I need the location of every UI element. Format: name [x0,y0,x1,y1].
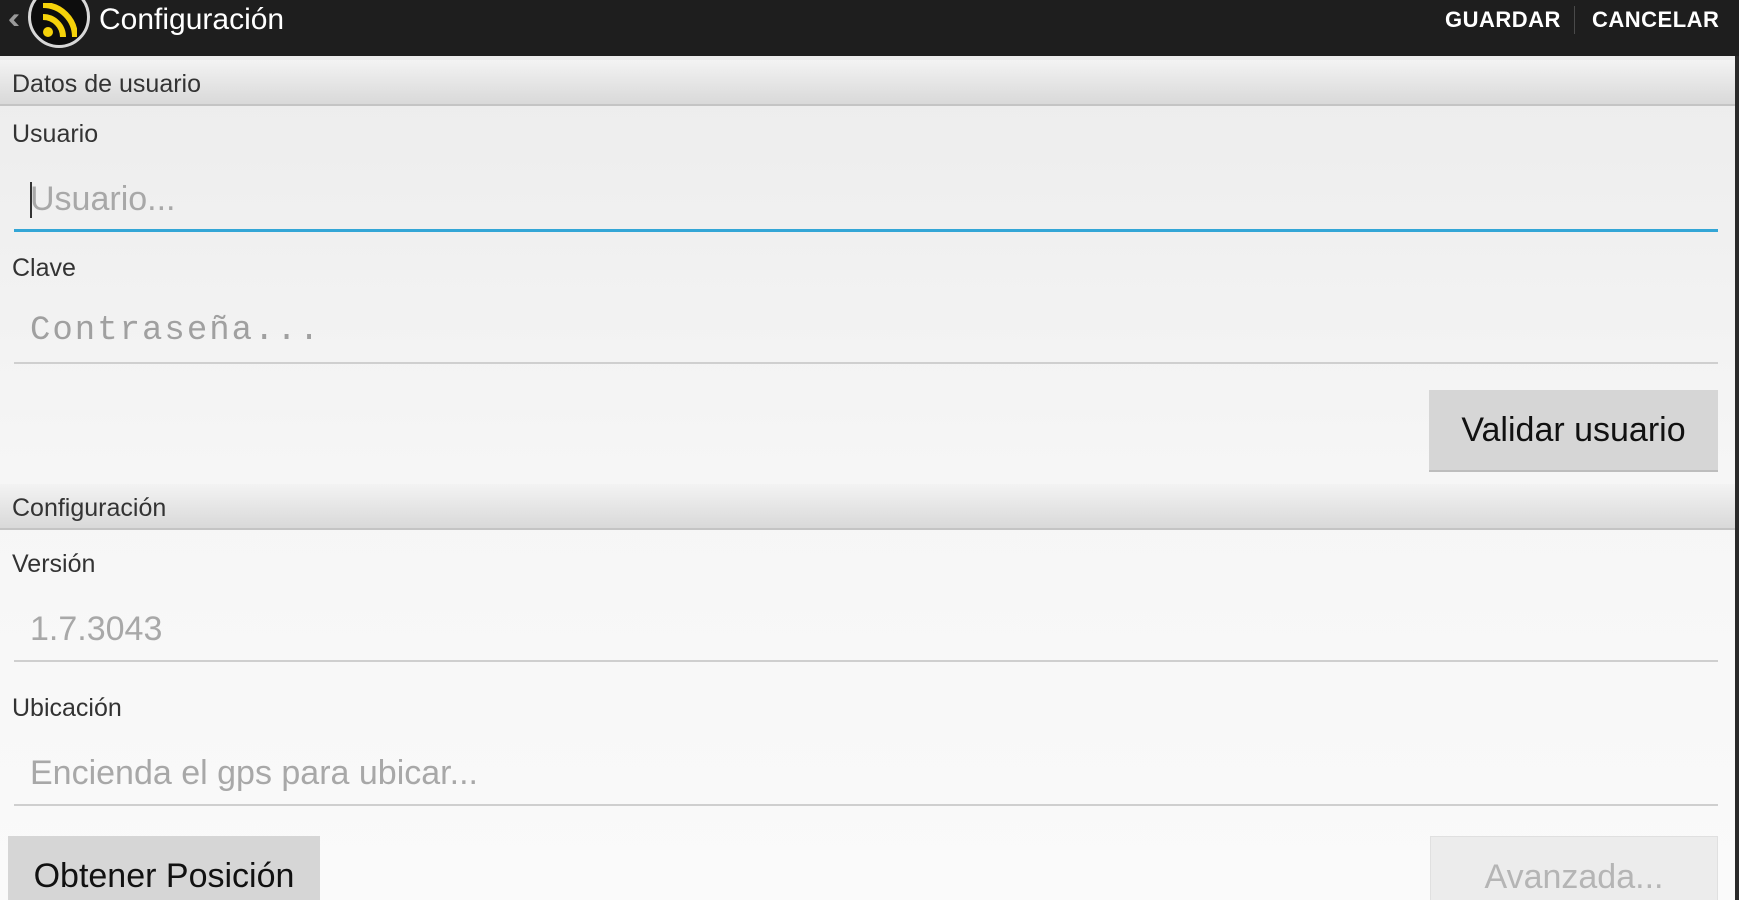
username-input[interactable] [30,174,1690,224]
password-label: Clave [12,254,76,282]
window-edge [1735,56,1739,900]
up-navigation-icon[interactable]: ‹‹ [8,4,20,34]
version-value: 1.7.3043 [30,610,163,648]
rss-feed-icon[interactable] [28,0,90,48]
password-input[interactable] [30,306,1690,356]
action-divider [1574,6,1575,34]
action-bar: ‹‹ Configuración GUARDAR CANCELAR [0,0,1739,56]
version-label: Versión [12,550,96,578]
save-button[interactable]: GUARDAR [1445,6,1561,34]
section-header-label: Datos de usuario [12,70,202,98]
validate-user-button[interactable]: Validar usuario [1429,390,1718,472]
advanced-button[interactable]: Avanzada... [1430,836,1718,900]
password-field[interactable] [14,302,1718,364]
get-position-button[interactable]: Obtener Posición [8,836,320,900]
username-label: Usuario [12,120,99,148]
page-title: Configuración [99,3,285,36]
version-field: 1.7.3043 [14,600,1718,662]
text-caret [30,182,32,218]
section-header-configuration: Configuración [0,484,1735,530]
username-field[interactable] [14,170,1718,232]
location-input[interactable] [30,748,1690,798]
location-label: Ubicación [12,694,122,722]
cancel-button[interactable]: CANCELAR [1592,6,1719,34]
section-header-user-data: Datos de usuario [0,60,1735,106]
location-field[interactable] [14,744,1718,806]
settings-screen: ‹‹ Configuración GUARDAR CANCELAR Datos … [0,0,1739,900]
section-header-label: Configuración [12,494,167,522]
